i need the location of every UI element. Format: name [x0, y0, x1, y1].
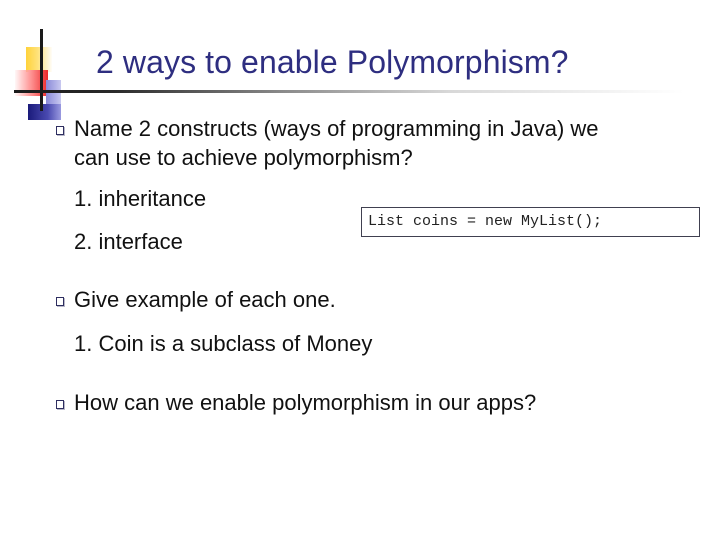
code-example-box: List coins = new MyList(); — [361, 207, 700, 237]
colored-squares-logo-icon — [0, 0, 70, 125]
code-example-text: List coins = new MyList(); — [368, 213, 603, 230]
title-underline-divider — [14, 90, 684, 93]
square-bullet-icon — [56, 126, 64, 135]
dark-blue-square-icon — [28, 104, 61, 120]
slide: 2 ways to enable Polymorphism? Name 2 co… — [0, 0, 720, 540]
sub-item: 1. Coin is a subclass of Money — [74, 331, 373, 356]
vertical-crosshair-line — [40, 29, 43, 111]
square-bullet-icon — [56, 297, 64, 306]
sub-item: 1. inheritance — [74, 186, 207, 211]
bullet-text: Give example of each one. — [74, 287, 336, 312]
bullet-text: How can we enable polymorphism in our ap… — [74, 390, 537, 415]
sub-item: 2. interface — [74, 229, 183, 254]
square-bullet-icon — [56, 400, 64, 409]
bullet-text-continuation: can use to achieve polymorphism? — [74, 145, 413, 170]
bullet-text: Name 2 constructs (ways of programming i… — [74, 116, 599, 141]
slide-title: 2 ways to enable Polymorphism? — [96, 44, 569, 80]
yellow-square-icon — [26, 47, 52, 72]
